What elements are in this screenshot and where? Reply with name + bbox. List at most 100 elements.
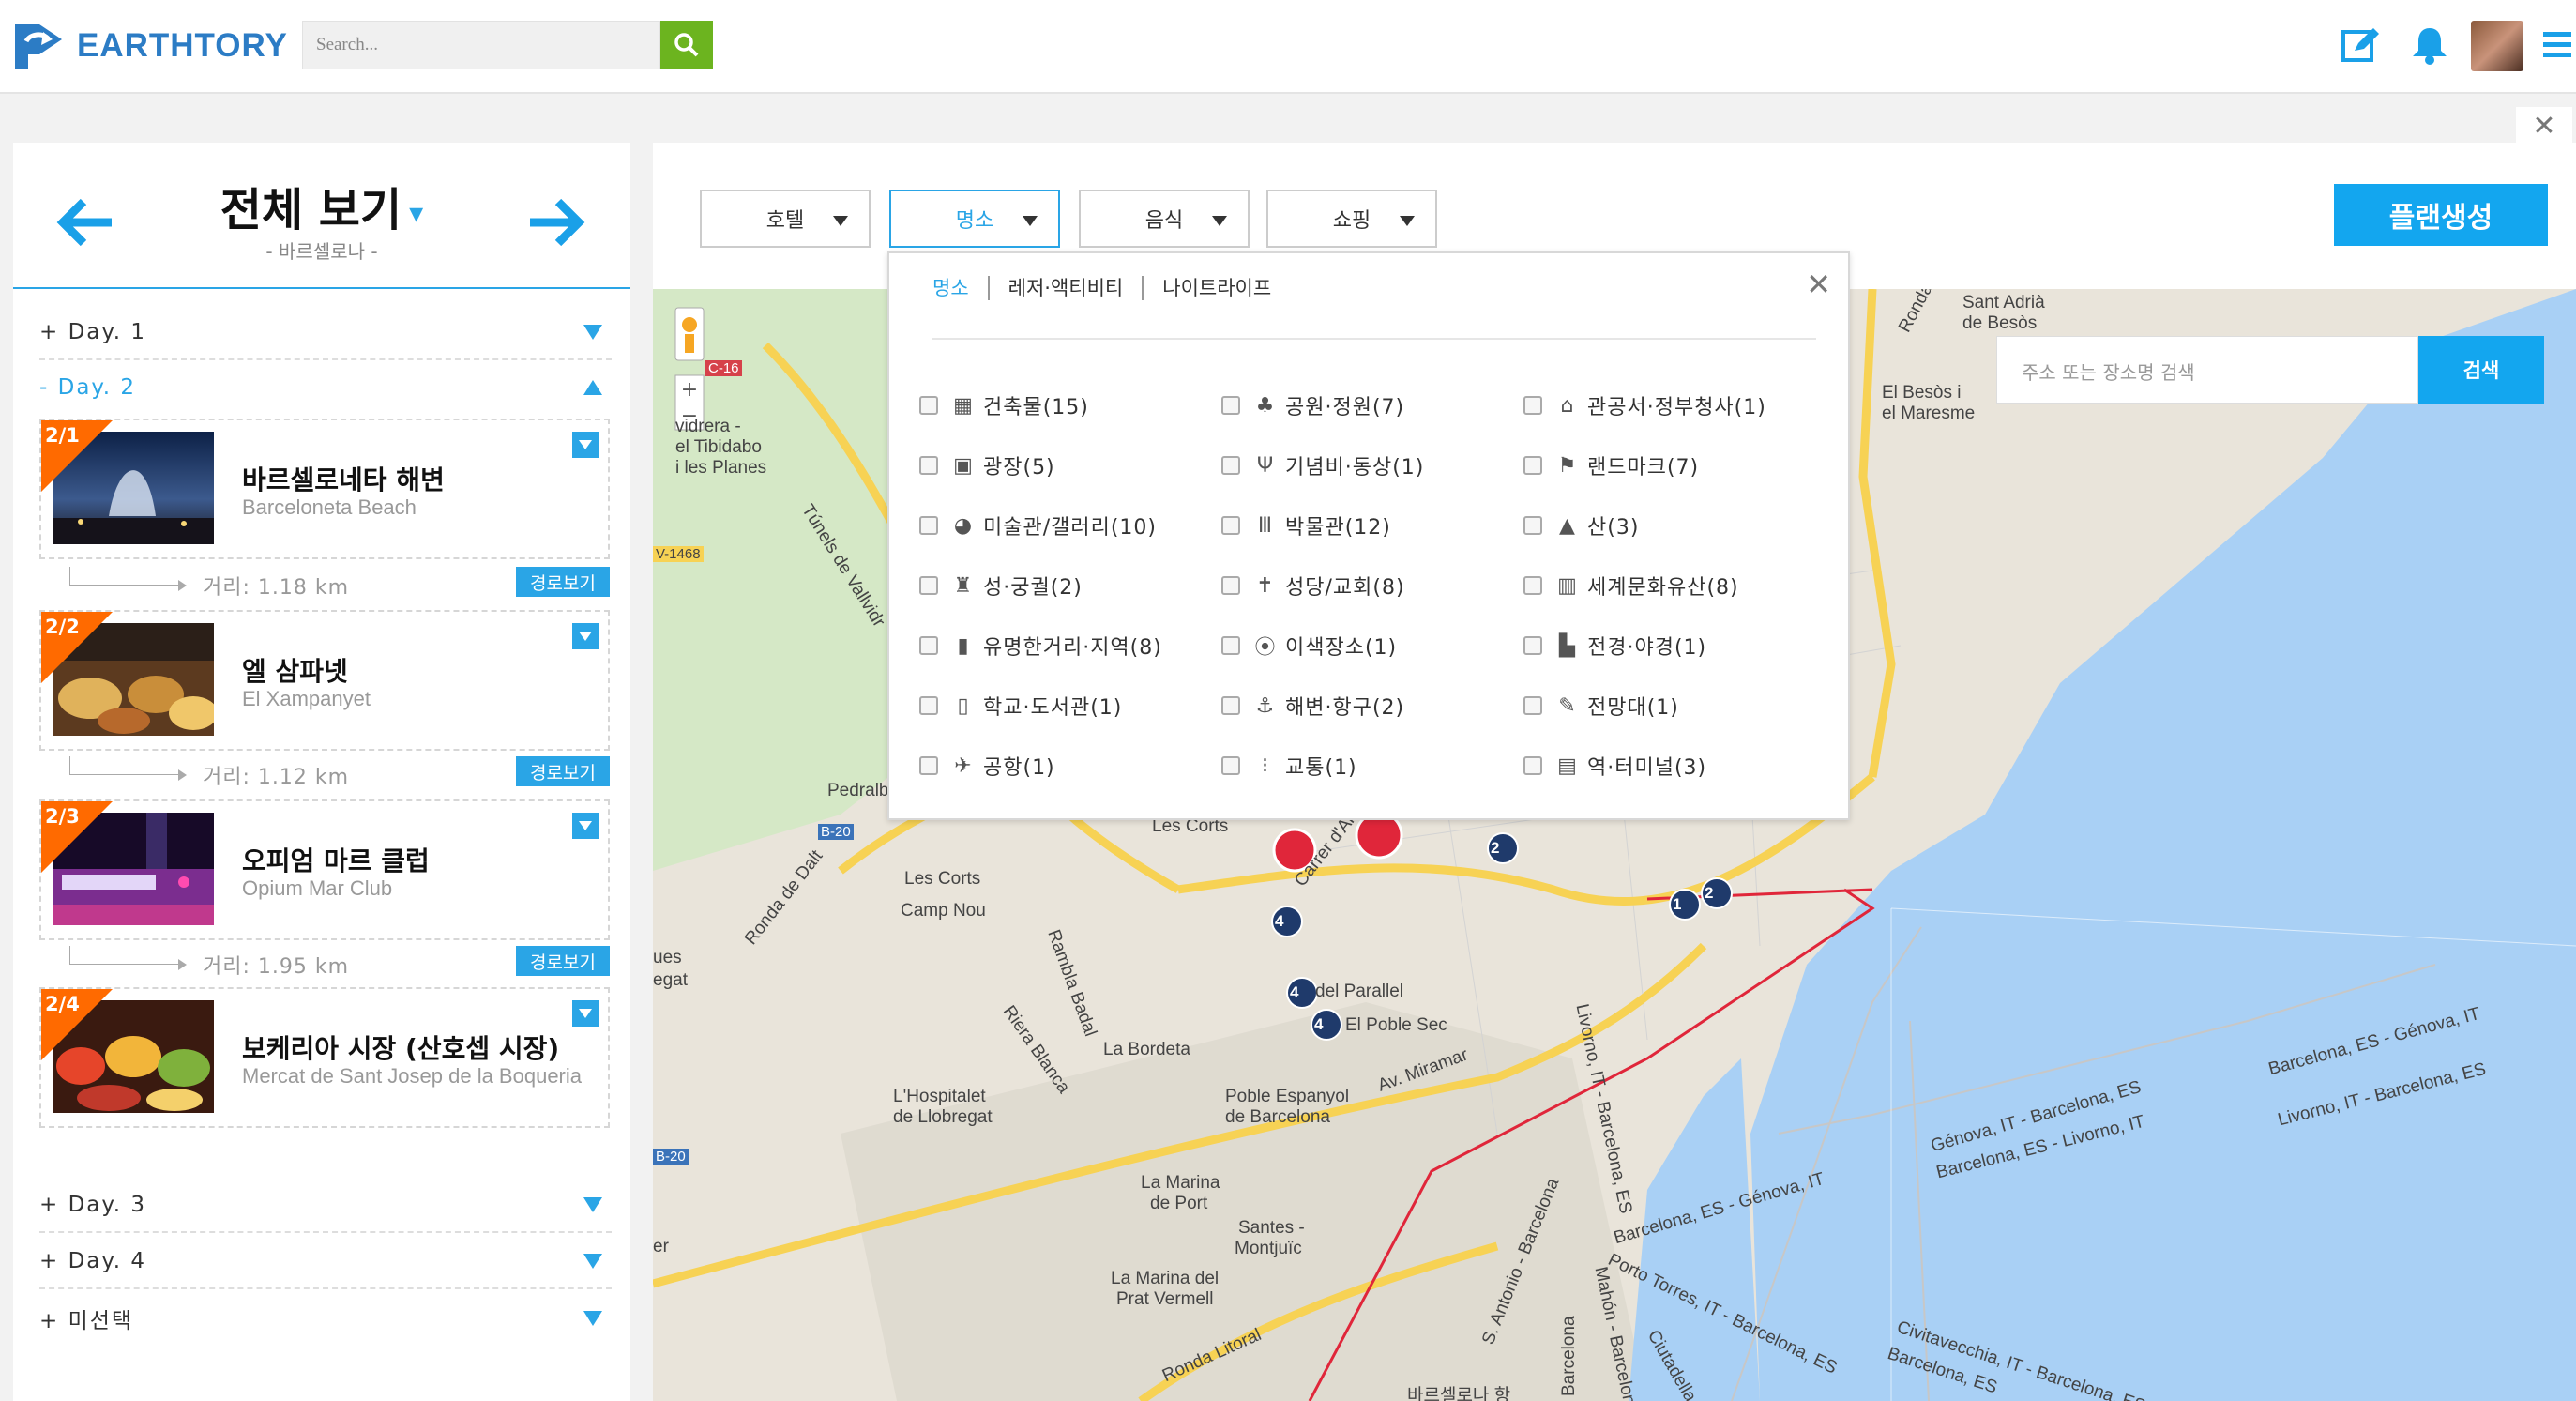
close-icon[interactable]: ✕: [2516, 107, 2572, 145]
filter-hotel[interactable]: 호텔: [700, 190, 871, 248]
arrow-right-icon: [178, 959, 187, 970]
category-label: 유명한거리·지역(8): [983, 636, 1162, 660]
route-button[interactable]: 경로보기: [516, 756, 610, 786]
category-option[interactable]: ⚑ 랜드마크(7): [1523, 450, 1699, 480]
place-name: 오피엄 마르 클럽: [242, 845, 430, 876]
next-button[interactable]: [523, 190, 589, 255]
checkbox[interactable]: [919, 576, 938, 595]
category-option[interactable]: ✝ 성당/교회(8): [1221, 571, 1405, 601]
create-plan-button[interactable]: 플랜생성: [2334, 184, 2548, 246]
tab-nightlife[interactable]: 나이트라이프: [1144, 276, 1290, 300]
category-option[interactable]: ▦ 건축물(15): [919, 390, 1089, 420]
card-menu-button[interactable]: [572, 432, 599, 458]
menu-icon: [2543, 32, 2571, 57]
edit-button[interactable]: [2338, 23, 2383, 68]
category-option[interactable]: ▮ 유명한거리·지역(8): [919, 631, 1162, 661]
category-option[interactable]: ▙ 전경·야경(1): [1523, 631, 1706, 661]
checkbox[interactable]: [1523, 636, 1542, 655]
checkbox[interactable]: [1523, 576, 1542, 595]
category-option[interactable]: ▯ 학교·도서관(1): [919, 691, 1122, 721]
map-label: el Maresme: [1882, 404, 1976, 423]
checkbox[interactable]: [1523, 696, 1542, 715]
search-input[interactable]: Search...: [302, 21, 660, 69]
map-search-input[interactable]: 주소 또는 장소명 검색: [1996, 336, 2418, 404]
checkbox[interactable]: [919, 696, 938, 715]
route-button[interactable]: 경로보기: [516, 567, 610, 597]
checkbox[interactable]: [1221, 576, 1240, 595]
tab-leisure[interactable]: 레저·액티비티: [990, 276, 1144, 300]
category-option[interactable]: ⁝ 교통(1): [1221, 751, 1357, 781]
filter-shopping[interactable]: 쇼핑: [1266, 190, 1437, 248]
checkbox[interactable]: [1523, 516, 1542, 535]
checkbox[interactable]: [1221, 516, 1240, 535]
place-card[interactable]: 2/2 엘 삼파넷 El Xampanyet: [39, 610, 610, 751]
traffic-light-icon: ⁝: [1262, 754, 1269, 778]
route-button[interactable]: 경로보기: [516, 946, 610, 976]
place-card[interactable]: 2/3 오피엄 마르 클럽 Opium Mar Club: [39, 799, 610, 940]
card-menu-button[interactable]: [572, 1000, 599, 1027]
category-option[interactable]: ▤ 역·터미널(3): [1523, 751, 1706, 781]
checkbox[interactable]: [919, 456, 938, 475]
category-option[interactable]: ◕ 미술관/갤러리(10): [919, 510, 1157, 541]
category-option[interactable]: Ⅲ 박물관(12): [1221, 510, 1391, 541]
category-label: 해변·항구(2): [1285, 696, 1405, 720]
notifications-button[interactable]: [2407, 23, 2452, 68]
top-bar: EARTHTORY Search...: [0, 0, 2576, 94]
map-label: Sant Adrià: [1962, 293, 2045, 312]
map-label: Barcelona: [1559, 1316, 1579, 1396]
day-1-row[interactable]: + Day. 1: [39, 306, 612, 360]
day-3-row[interactable]: + Day. 3: [39, 1179, 612, 1233]
card-menu-button[interactable]: [572, 623, 599, 649]
dropdown-arrow-icon: [833, 216, 848, 226]
category-option[interactable]: ⌂ 관공서·정부청사(1): [1523, 390, 1766, 420]
checkbox[interactable]: [919, 756, 938, 775]
place-name-en: Opium Mar Club: [242, 876, 393, 900]
category-option[interactable]: ▥ 세계문화유산(8): [1523, 571, 1739, 601]
avatar[interactable]: [2471, 21, 2523, 71]
category-option[interactable]: ▲ 산(3): [1523, 510, 1639, 541]
place-card[interactable]: 2/4 보케리아 시장 (산호셉 시장) Mercat de Sant Jose…: [39, 987, 610, 1128]
category-option[interactable]: ⦿ 이색장소(1): [1221, 631, 1397, 661]
category-label: 전경·야경(1): [1587, 636, 1707, 660]
checkbox[interactable]: [1523, 456, 1542, 475]
unselected-row[interactable]: + 미선택: [39, 1291, 612, 1346]
day-4-row[interactable]: + Day. 4: [39, 1235, 612, 1289]
category-option[interactable]: ♜ 성·궁궐(2): [919, 571, 1083, 601]
close-icon[interactable]: ✕: [1806, 266, 1831, 302]
logo-icon: [15, 24, 62, 69]
checkbox[interactable]: [919, 516, 938, 535]
day-2-row[interactable]: - Day. 2: [39, 360, 612, 415]
place-card[interactable]: 2/1 바르셀로네타 해변 Barceloneta Beach: [39, 419, 610, 559]
checkbox[interactable]: [1523, 396, 1542, 415]
filter-sights[interactable]: 명소: [889, 190, 1060, 248]
map-search-button[interactable]: 검색: [2418, 336, 2544, 404]
day-2-label: - Day. 2: [39, 375, 137, 400]
card-menu-button[interactable]: [572, 813, 599, 839]
checkbox[interactable]: [919, 636, 938, 655]
filter-food[interactable]: 음식: [1079, 190, 1250, 248]
logo[interactable]: EARTHTORY: [11, 19, 288, 73]
map-label: de Llobregat: [893, 1107, 993, 1127]
chevron-down-icon[interactable]: ▾: [409, 197, 423, 230]
checkbox[interactable]: [1221, 456, 1240, 475]
menu-button[interactable]: [2533, 23, 2576, 68]
category-option[interactable]: Ψ 기념비·동상(1): [1221, 450, 1424, 480]
category-option[interactable]: ✎ 전망대(1): [1523, 691, 1679, 721]
checkbox[interactable]: [1221, 756, 1240, 775]
day-1-label: + Day. 1: [39, 320, 146, 344]
category-option[interactable]: ✈ 공항(1): [919, 751, 1055, 781]
category-option[interactable]: ⚓ 해변·항구(2): [1221, 691, 1404, 721]
checkbox[interactable]: [1221, 396, 1240, 415]
tab-sights[interactable]: 명소: [932, 276, 990, 300]
place-name-en: El Xampanyet: [242, 687, 371, 710]
page-title-text: 전체 보기: [220, 184, 402, 236]
checkbox[interactable]: [1523, 756, 1542, 775]
search-button[interactable]: [660, 21, 713, 69]
category-option[interactable]: ♣ 공원·정원(7): [1221, 390, 1404, 420]
brand-name: EARTHTORY: [77, 27, 288, 64]
expand-icon: [583, 1197, 602, 1212]
checkbox[interactable]: [1221, 636, 1240, 655]
checkbox[interactable]: [919, 396, 938, 415]
category-option[interactable]: ▣ 광장(5): [919, 450, 1055, 480]
checkbox[interactable]: [1221, 696, 1240, 715]
